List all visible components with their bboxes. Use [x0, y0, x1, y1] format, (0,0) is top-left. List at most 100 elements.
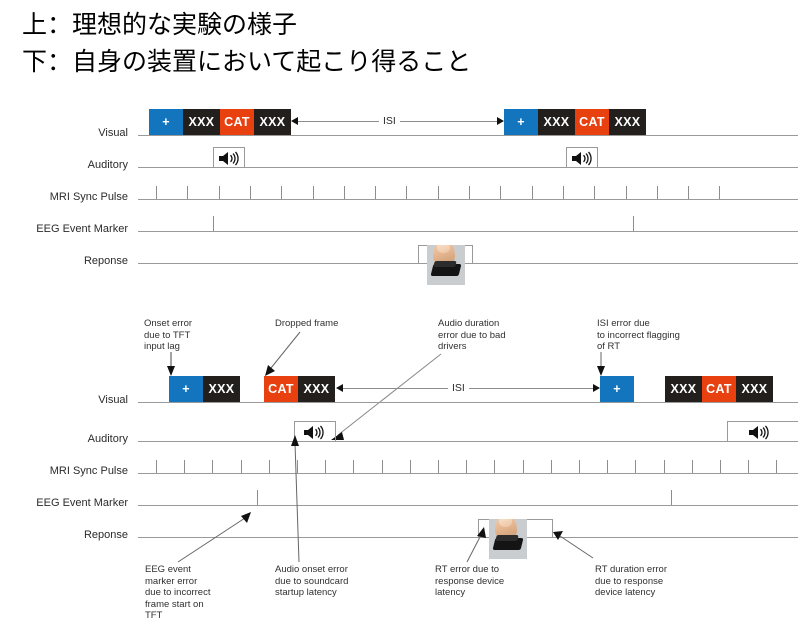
eeg-event-marker-1-top: [213, 216, 214, 231]
annotation-onset-error: Onset error due to TFT input lag: [144, 318, 193, 353]
stim-block-target: CAT: [220, 109, 254, 135]
row-label-response-bottom: Reponse: [83, 529, 128, 541]
eeg-event-marker-1-bottom: [257, 490, 258, 505]
mri-sync-tick: [579, 460, 580, 473]
mri-sync-tick: [691, 460, 693, 473]
stim-block-target: CAT: [702, 376, 736, 402]
stim-block-mask: XXX: [665, 376, 702, 402]
title-line-1: 上：理想的な実験の様子: [22, 10, 298, 39]
mri-sync-tick: [635, 460, 637, 473]
mri-sync-tick: [748, 460, 750, 473]
mri-sync-tick: [607, 460, 609, 473]
stim-block-target: CAT: [264, 376, 298, 402]
row-label-visual-top: Visual: [98, 127, 128, 139]
mri-sync-pulse-ticks-top: [138, 186, 798, 199]
mri-sync-tick: [187, 186, 189, 199]
stim-block-mask: XXX: [298, 376, 335, 402]
visual-baseline-bottom: [138, 402, 798, 403]
mri-sync-tick: [719, 186, 721, 199]
annotation-dropped-frame: Dropped frame: [275, 318, 339, 329]
mri-sync-tick: [500, 186, 502, 199]
mri-sync-tick: [663, 460, 665, 473]
mri-sync-tick: [249, 186, 251, 199]
mri-sync-tick: [218, 186, 220, 199]
mri-baseline-bottom: [138, 473, 798, 474]
speaker-icon: [571, 151, 594, 171]
isi-arrow-top: ISI: [291, 115, 504, 128]
row-label-auditory-top: Auditory: [87, 159, 128, 171]
row-label-mri-top: MRI Sync Pulse: [49, 191, 128, 203]
mri-sync-tick: [531, 186, 533, 199]
annotation-eeg-marker-error: EEG event marker error due to incorrect …: [145, 564, 211, 622]
isi-label-bottom: ISI: [448, 382, 469, 394]
row-label-eeg-top: EEG Event Marker: [36, 223, 128, 235]
row-label-response-top: Reponse: [83, 255, 128, 267]
row-label-auditory-bottom: Auditory: [87, 433, 128, 445]
ideal-experiment-diagram: Visual + XXX CAT XXX + XXX CAT XXX ISI A…: [0, 100, 800, 290]
diagram-canvas: 上：理想的な実験の様子 下：自身の装置において起こり得ること Visual + …: [0, 0, 800, 632]
row-label-visual-bottom: Visual: [98, 394, 128, 406]
mri-sync-tick: [156, 186, 157, 199]
speaker-icon: [748, 425, 771, 445]
mri-sync-tick: [494, 460, 496, 473]
annotation-audio-onset-error: Audio onset error due to soundcard start…: [275, 564, 349, 599]
eeg-baseline-bottom: [138, 505, 798, 506]
eeg-event-marker-2-top: [633, 216, 634, 231]
visual-baseline-top: [138, 135, 798, 136]
mri-sync-tick: [297, 460, 298, 473]
stim-block-fixation: +: [504, 109, 538, 135]
speaker-icon: [218, 151, 241, 171]
mri-sync-tick: [522, 460, 524, 473]
mri-sync-tick: [343, 186, 345, 199]
mri-sync-tick: [550, 460, 552, 473]
mri-sync-tick: [312, 186, 314, 199]
mri-sync-pulse-ticks-bottom: [138, 460, 798, 473]
stim-block-fixation: +: [169, 376, 203, 402]
mri-sync-tick: [466, 460, 468, 473]
stim-block-mask: XXX: [736, 376, 773, 402]
mri-sync-tick: [562, 186, 564, 199]
annotation-rt-error: RT error due to response device latency: [435, 564, 505, 599]
mri-sync-tick: [409, 460, 411, 473]
mri-sync-tick: [353, 460, 355, 473]
mri-sync-tick: [688, 186, 690, 199]
mri-sync-tick: [625, 186, 627, 199]
isi-arrow-bottom: ISI: [336, 382, 600, 395]
annotation-isi-error: ISI error due to incorrect flagging of R…: [597, 318, 680, 353]
stim-block-mask: XXX: [203, 376, 240, 402]
stim-block-mask: XXX: [609, 109, 646, 135]
mri-sync-tick: [184, 460, 186, 473]
annotation-rt-duration-error: RT duration error due to response device…: [595, 564, 667, 599]
stim-block-mask: XXX: [254, 109, 291, 135]
mri-sync-tick: [438, 460, 439, 473]
mri-sync-tick: [375, 186, 377, 199]
title-line-2: 下：自身の装置において起こり得ること: [22, 47, 472, 76]
page-title: 上：理想的な実験の様子 下：自身の装置において起こり得ること: [22, 6, 622, 80]
isi-label-top: ISI: [379, 115, 400, 127]
mri-sync-tick: [212, 460, 214, 473]
mri-sync-tick: [381, 460, 383, 473]
mri-sync-tick: [406, 186, 408, 199]
stim-block-mask: XXX: [183, 109, 220, 135]
mri-sync-tick: [325, 460, 327, 473]
mri-sync-tick: [437, 186, 439, 199]
mri-sync-tick: [268, 460, 270, 473]
row-label-mri-bottom: MRI Sync Pulse: [49, 465, 128, 477]
mri-baseline-top: [138, 199, 798, 200]
stim-block-target: CAT: [575, 109, 609, 135]
row-label-eeg-bottom: EEG Event Marker: [36, 497, 128, 509]
stim-block-mask: XXX: [538, 109, 575, 135]
stim-block-fixation: +: [149, 109, 183, 135]
mri-sync-tick: [281, 186, 283, 199]
eeg-baseline-top: [138, 231, 798, 232]
speaker-icon: [303, 425, 326, 445]
auditory-baseline-bottom: [138, 441, 798, 442]
finger-on-response-button-image: [489, 519, 527, 559]
response-baseline-bottom: [138, 537, 798, 538]
mri-sync-tick: [240, 460, 242, 473]
eeg-event-marker-2-bottom: [671, 490, 672, 505]
finger-on-response-button-image: [427, 245, 465, 285]
real-equipment-diagram: Onset error due to TFT input lag Dropped…: [0, 306, 800, 632]
annotation-audio-duration-error: Audio duration error due to bad drivers: [438, 318, 506, 353]
mri-sync-tick: [776, 460, 778, 473]
